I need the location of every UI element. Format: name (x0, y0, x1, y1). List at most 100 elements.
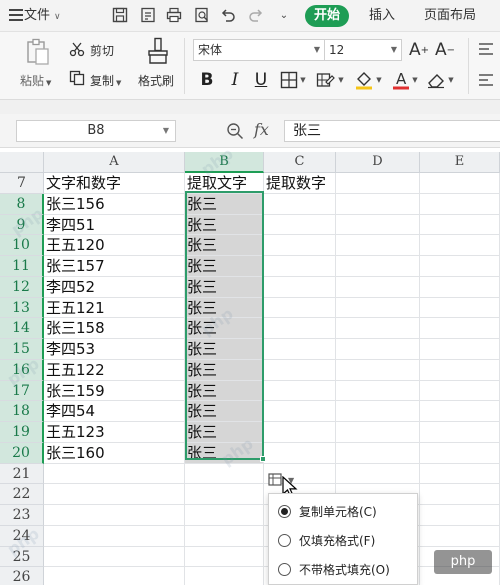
zoom-formula-icon[interactable] (226, 122, 244, 140)
row-header[interactable]: 26 (0, 567, 44, 585)
print-icon[interactable] (164, 5, 184, 25)
cell-b[interactable] (185, 505, 264, 526)
font-name-select[interactable]: 宋体 ▼ (193, 39, 325, 61)
select-all-corner[interactable] (0, 152, 44, 173)
cell-e[interactable] (420, 297, 500, 319)
cell-e[interactable] (420, 525, 500, 547)
cell-a[interactable] (44, 484, 185, 505)
cell-d[interactable] (336, 276, 420, 298)
export-pdf-icon[interactable] (138, 5, 158, 25)
cell-e[interactable] (420, 235, 500, 256)
cell-b[interactable]: 提取文字 (185, 173, 264, 194)
cell-d[interactable] (336, 318, 420, 339)
cell-b[interactable] (185, 525, 264, 547)
cell-d[interactable] (336, 359, 420, 381)
radio-button[interactable] (278, 533, 291, 547)
cell-a[interactable]: 李四54 (44, 401, 185, 422)
cell-e[interactable] (420, 380, 500, 402)
bold-button[interactable]: B (196, 68, 218, 92)
file-menu[interactable]: 文件 ∨ (24, 6, 61, 26)
row-header[interactable]: 19 (0, 422, 44, 443)
cell-e[interactable] (420, 505, 500, 526)
hamburger-menu-icon[interactable] (6, 5, 26, 25)
cell-style-button[interactable]: ▼ (314, 68, 346, 92)
cell-d[interactable] (336, 339, 420, 360)
cell-d[interactable] (336, 442, 420, 464)
autofill-option[interactable]: 不带格式填充(O) (269, 556, 419, 582)
cell-d[interactable] (336, 401, 420, 422)
cell-a[interactable]: 张三159 (44, 380, 185, 402)
cell-c[interactable] (264, 339, 336, 360)
cell-a[interactable]: 王五123 (44, 422, 185, 443)
cell-e[interactable] (420, 318, 500, 339)
cell-c[interactable] (264, 380, 336, 402)
print-preview-icon[interactable] (192, 5, 212, 25)
cell-e[interactable] (420, 256, 500, 277)
cell-e[interactable] (420, 214, 500, 236)
column-header-c[interactable]: C (264, 152, 336, 173)
cell-a[interactable]: 李四53 (44, 339, 185, 360)
cell-b[interactable]: 张三 (185, 256, 264, 277)
paste-icon[interactable] (24, 38, 52, 66)
row-header[interactable]: 13 (0, 297, 44, 319)
cell-c[interactable] (264, 235, 336, 256)
cell-b[interactable] (185, 546, 264, 568)
autofill-option[interactable]: 复制单元格(C) (269, 498, 419, 524)
cell-b[interactable]: 张三 (185, 380, 264, 402)
cell-d[interactable] (336, 214, 420, 236)
radio-button[interactable] (278, 562, 291, 576)
fill-handle[interactable] (260, 456, 266, 462)
cell-e[interactable] (420, 484, 500, 505)
cell-d[interactable] (336, 422, 420, 443)
cell-c[interactable] (264, 318, 336, 339)
cell-a[interactable] (44, 505, 185, 526)
row-header[interactable]: 22 (0, 484, 44, 505)
cell-e[interactable] (420, 401, 500, 422)
fill-color-button[interactable]: ▼ (352, 68, 384, 92)
cell-c[interactable] (264, 276, 336, 298)
increase-font-size-icon[interactable]: A + (408, 39, 430, 61)
cell-b[interactable]: 张三 (185, 339, 264, 360)
row-header[interactable]: 14 (0, 318, 44, 339)
row-header[interactable]: 12 (0, 276, 44, 298)
undo-icon[interactable] (218, 5, 238, 25)
save-icon[interactable] (110, 5, 130, 25)
cell-b[interactable] (185, 567, 264, 585)
row-header[interactable]: 20 (0, 442, 44, 464)
cell-a[interactable]: 张三158 (44, 318, 185, 339)
cell-e[interactable] (420, 359, 500, 381)
font-color-button[interactable]: A ▼ (390, 68, 420, 92)
cell-a[interactable]: 文字和数字 (44, 173, 185, 194)
row-header[interactable]: 18 (0, 401, 44, 422)
redo-icon[interactable] (246, 5, 266, 25)
cell-a[interactable] (44, 463, 185, 485)
font-size-select[interactable]: 12 ▼ (324, 39, 402, 61)
formula-input[interactable]: 张三 (284, 120, 500, 142)
decrease-font-size-icon[interactable]: A − (434, 39, 456, 61)
row-header[interactable]: 11 (0, 256, 44, 277)
column-header-a[interactable]: A (44, 152, 185, 173)
cell-b[interactable]: 张三 (185, 359, 264, 381)
cell-e[interactable] (420, 276, 500, 298)
cell-d[interactable] (336, 297, 420, 319)
cell-e[interactable] (420, 463, 500, 485)
cell-c[interactable] (264, 297, 336, 319)
cell-a[interactable]: 王五122 (44, 359, 185, 381)
name-box[interactable]: B8 ▼ (16, 120, 176, 142)
row-header[interactable]: 23 (0, 505, 44, 526)
tab-start[interactable]: 开始 (305, 5, 349, 27)
cell-e[interactable] (420, 193, 500, 215)
cell-d[interactable] (336, 380, 420, 402)
cell-b[interactable]: 张三 (185, 235, 264, 256)
tab-page-layout[interactable]: 页面布局 (424, 6, 476, 26)
cell-c[interactable] (264, 442, 336, 464)
row-header[interactable]: 10 (0, 235, 44, 256)
row-header[interactable]: 21 (0, 463, 44, 485)
cell-c[interactable] (264, 359, 336, 381)
cell-c[interactable] (264, 422, 336, 443)
cell-a[interactable]: 张三160 (44, 442, 185, 464)
borders-button[interactable]: ▼ (278, 68, 308, 92)
cell-d[interactable] (336, 173, 420, 194)
tab-insert[interactable]: 插入 (369, 6, 395, 26)
cell-b[interactable]: 张三 (185, 276, 264, 298)
